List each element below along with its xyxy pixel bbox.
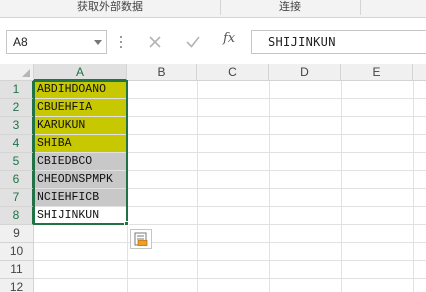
- fill-handle[interactable]: [124, 221, 129, 226]
- row-header-7[interactable]: 7: [0, 189, 34, 207]
- formula-input-value: SHIJINKUN: [268, 35, 336, 49]
- row-header-10[interactable]: 10: [0, 243, 34, 261]
- column-header-f[interactable]: [413, 64, 426, 81]
- column-header-c[interactable]: C: [197, 64, 269, 81]
- row-header-9[interactable]: 9: [0, 225, 34, 243]
- column-header-d[interactable]: D: [269, 64, 341, 81]
- ribbon-separator: [360, 0, 361, 15]
- chevron-down-icon[interactable]: [94, 40, 102, 45]
- column-header-b[interactable]: B: [127, 64, 197, 81]
- enter-check-icon[interactable]: [183, 32, 203, 52]
- insert-function-icon[interactable]: fx: [223, 31, 235, 46]
- name-box[interactable]: A8: [6, 30, 107, 54]
- ribbon-separator: [220, 0, 221, 15]
- select-all-icon: [22, 69, 30, 77]
- row-header-6[interactable]: 6: [0, 171, 34, 189]
- formula-input[interactable]: SHIJINKUN: [251, 30, 426, 54]
- empty-cells-gridlines[interactable]: [34, 81, 426, 292]
- row-header-4[interactable]: 4: [0, 135, 34, 153]
- ribbon-group-get-external-data: 获取外部数据: [77, 0, 143, 13]
- worksheet-grid: A B C D E 1 2 3 4 5 6 7 8 9 10 11 12 ABD…: [0, 64, 426, 292]
- ribbon-group-labels: 获取外部数据 连接: [0, 0, 426, 18]
- ribbon-group-connections: 连接: [279, 0, 301, 13]
- cancel-icon[interactable]: [145, 32, 165, 52]
- column-header-a[interactable]: A: [34, 64, 127, 81]
- row-header-5[interactable]: 5: [0, 153, 34, 171]
- row-header-12[interactable]: 12: [0, 279, 34, 292]
- row-header-2[interactable]: 2: [0, 99, 34, 117]
- quick-analysis-button[interactable]: [130, 229, 152, 249]
- name-box-value: A8: [13, 35, 28, 49]
- select-all-corner[interactable]: [0, 64, 34, 81]
- row-header-11[interactable]: 11: [0, 261, 34, 279]
- column-header-e[interactable]: E: [341, 64, 413, 81]
- formula-bar: A8 fx SHIJINKUN: [0, 18, 426, 64]
- row-header-3[interactable]: 3: [0, 117, 34, 135]
- drag-handle-icon[interactable]: [119, 34, 123, 50]
- row-header-1[interactable]: 1: [0, 81, 34, 99]
- quick-analysis-icon: [134, 232, 148, 246]
- row-header-8[interactable]: 8: [0, 207, 34, 225]
